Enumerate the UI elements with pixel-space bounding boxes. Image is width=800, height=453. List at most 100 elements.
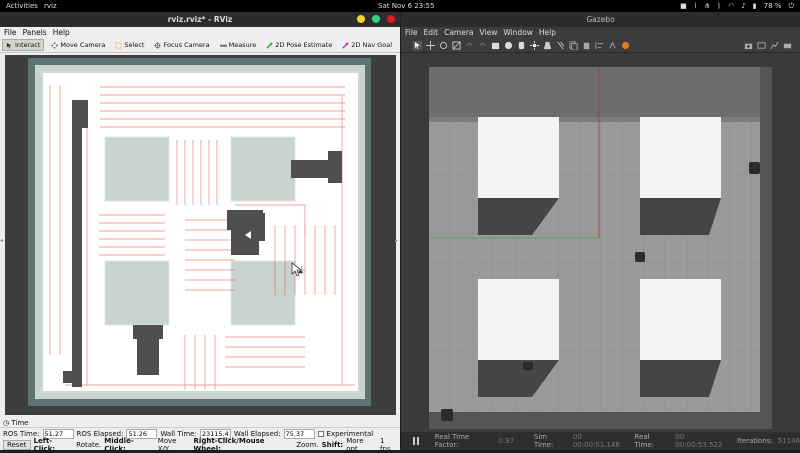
gz-menu-file[interactable]: File: [405, 27, 418, 38]
select-icon: [115, 41, 122, 49]
time-panel-title: Time: [11, 419, 29, 427]
left-dock-arrow-icon[interactable]: ◂: [0, 237, 3, 244]
align-icon[interactable]: [595, 41, 604, 50]
real-time-value: 00 00:00:53.522: [675, 433, 723, 449]
gazebo-3d-scene[interactable]: [429, 67, 772, 429]
time-panel-header: ◷ Time: [0, 418, 400, 428]
gz-menu-help[interactable]: Help: [539, 27, 556, 38]
spot-light-icon[interactable]: [543, 41, 552, 50]
log-icon[interactable]: [757, 41, 766, 50]
tool-2d-pose-estimate[interactable]: 2D Pose Estimate: [263, 39, 335, 51]
rviz-menubar: File Panels Help: [0, 27, 400, 38]
battery-icon[interactable]: ▮: [753, 0, 757, 12]
minimize-icon[interactable]: [357, 15, 365, 23]
box-shape-icon[interactable]: [491, 41, 500, 50]
system-tray[interactable]: ■ ⌇ ⋔ ᛒ ◠ ♪ ▮ 78 % ⏻: [680, 0, 794, 12]
power-menu-icon[interactable]: ⏻: [788, 0, 794, 12]
network-icon[interactable]: ⌇: [694, 0, 697, 12]
tool-2d-nav-goal[interactable]: 2D Nav Goal: [339, 39, 395, 51]
wifi-icon[interactable]: ◠: [728, 0, 734, 12]
nav-goal-icon: [342, 41, 349, 49]
rotate-mode-icon[interactable]: [439, 41, 448, 50]
tool-label: Move Camera: [60, 41, 106, 49]
interact-icon: [6, 42, 12, 49]
move-camera-icon: [51, 41, 59, 49]
directional-light-icon[interactable]: [556, 41, 565, 50]
right-click-hint: Zoom.: [296, 441, 319, 449]
gazebo-window-title: Gazebo: [586, 15, 615, 24]
pause-icon[interactable]: [413, 437, 419, 445]
shift-hint: More opt: [346, 437, 364, 453]
tool-select[interactable]: Select: [112, 39, 147, 51]
rviz-toolbar: Interact Move Camera Select Focus Camera…: [0, 38, 400, 53]
left-click-hint-key: Left-Click:: [33, 437, 56, 453]
menu-panels[interactable]: Panels: [23, 27, 47, 38]
tool-label: 2D Nav Goal: [351, 41, 393, 49]
tool-interact[interactable]: Interact: [2, 39, 45, 51]
tool-label: Select: [124, 41, 145, 49]
gazebo-window: Gazebo File Edit Camera View Window Help: [401, 12, 800, 450]
activities-button[interactable]: Activities: [6, 0, 38, 12]
rviz-titlebar[interactable]: rviz.rviz* - RViz: [0, 12, 400, 27]
copy-icon[interactable]: [569, 40, 578, 50]
record-video-icon[interactable]: [783, 41, 792, 50]
gazebo-menubar: File Edit Camera View Window Help: [401, 27, 800, 38]
translate-mode-icon[interactable]: [426, 40, 435, 50]
right-dock-arrow-icon[interactable]: ▸: [395, 237, 398, 244]
volume-icon[interactable]: ♪: [741, 0, 745, 12]
gazebo-toolbar: [401, 38, 800, 53]
pose-estimate-icon: [266, 41, 273, 49]
gz-menu-view[interactable]: View: [480, 27, 498, 38]
gazebo-world: [429, 67, 772, 429]
battery-percent: 78 %: [763, 2, 782, 10]
tool-measure[interactable]: Measure: [217, 39, 260, 51]
plot-icon[interactable]: [770, 41, 779, 50]
middle-click-hint-key: Middle-Click:: [104, 437, 134, 453]
tool-label: Focus Camera: [163, 41, 210, 49]
iterations-value: 51146: [777, 437, 800, 445]
reset-button[interactable]: Reset: [3, 440, 31, 450]
sphere-shape-icon[interactable]: [504, 41, 513, 50]
gz-menu-window[interactable]: Window: [503, 27, 533, 38]
tool-move-camera[interactable]: Move Camera: [48, 39, 108, 51]
bluetooth-icon[interactable]: ᛒ: [717, 0, 721, 12]
rviz-status-bar: Reset Left-Click: Rotate. Middle-Click: …: [0, 437, 400, 453]
undo-icon[interactable]: [465, 41, 474, 50]
tool-focus-camera[interactable]: Focus Camera: [151, 39, 212, 51]
sim-time-value: 00 00:00:51.146: [572, 433, 620, 449]
focus-camera-icon: [154, 41, 162, 49]
rviz-3d-view[interactable]: [5, 55, 396, 415]
scale-mode-icon[interactable]: [452, 40, 461, 50]
measure-icon: [219, 44, 227, 47]
gz-menu-edit[interactable]: Edit: [424, 27, 439, 38]
maximize-icon[interactable]: [372, 15, 380, 23]
gz-menu-camera[interactable]: Camera: [444, 27, 473, 38]
menu-file[interactable]: File: [4, 27, 17, 38]
iterations-label: Iterations:: [737, 437, 773, 445]
close-icon[interactable]: [387, 15, 395, 23]
dropbox-icon[interactable]: ■: [680, 0, 687, 12]
rviz-window: rviz.rviz* - RViz File Panels Help Inter…: [0, 12, 400, 453]
change-view-icon[interactable]: [621, 41, 630, 50]
system-top-bar: Activities rviz Sat Nov 6 23:55 ■ ⌇ ⋔ ᛒ …: [0, 0, 800, 12]
cylinder-shape-icon[interactable]: [517, 41, 526, 50]
screenshot-icon[interactable]: [744, 41, 753, 50]
sim-time-label: Sim Time:: [533, 433, 554, 449]
experimental-checkbox[interactable]: [317, 431, 324, 437]
left-click-hint: Rotate.: [76, 441, 102, 449]
menu-help[interactable]: Help: [53, 27, 70, 38]
share-icon[interactable]: ⋔: [704, 0, 710, 12]
redo-icon[interactable]: [478, 41, 487, 50]
rtf-label: Real Time Factor:: [434, 433, 470, 449]
real-time-label: Real Time:: [634, 433, 655, 449]
gazebo-titlebar[interactable]: Gazebo: [401, 12, 800, 27]
app-menu[interactable]: rviz: [44, 0, 57, 12]
paste-icon[interactable]: [582, 41, 591, 50]
gazebo-status-bar: Real Time Factor: 0.97 Sim Time: 00 00:0…: [401, 432, 800, 450]
select-mode-icon[interactable]: [413, 40, 422, 50]
time-panel: ◷ Time ROS Time: ROS Elapsed: Wall Time:…: [0, 418, 400, 453]
snap-icon[interactable]: [608, 41, 617, 50]
clock[interactable]: Sat Nov 6 23:55: [378, 0, 434, 12]
point-light-icon[interactable]: [530, 40, 539, 50]
clock-icon: ◷: [3, 419, 10, 427]
